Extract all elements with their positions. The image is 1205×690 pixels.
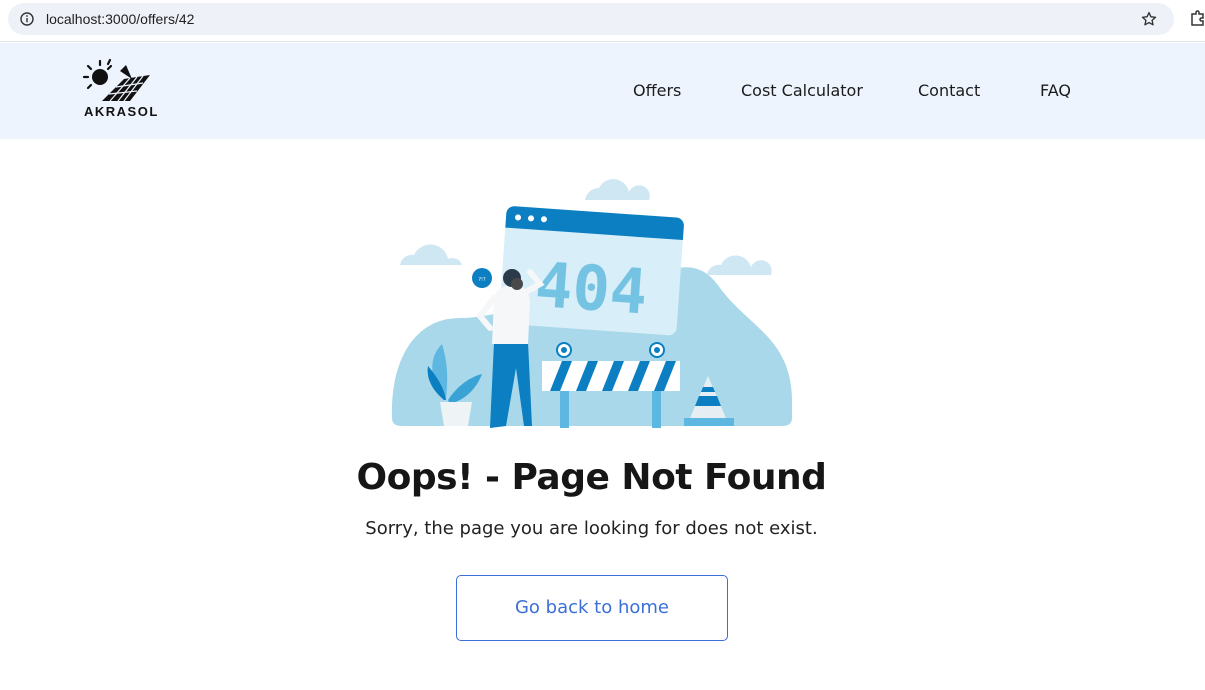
page-title: Oops! - Page Not Found <box>356 457 827 498</box>
404-error-code: 404 <box>533 248 650 329</box>
address-bar[interactable]: localhost:3000/offers/42 <box>8 3 1174 35</box>
puzzle-icon[interactable] <box>1189 9 1205 27</box>
info-circle-icon[interactable] <box>20 12 34 26</box>
go-home-button[interactable]: Go back to home <box>456 575 728 641</box>
star-icon[interactable] <box>1140 10 1158 28</box>
site-header: AKRASOL Offers Cost Calculator Contact F… <box>0 43 1205 139</box>
svg-text:?!?: ?!? <box>478 277 486 283</box>
nav-item-faq[interactable]: FAQ <box>1040 81 1071 100</box>
nav-item-offers[interactable]: Offers <box>633 81 681 100</box>
404-illustration: 404 ?!? <box>391 179 792 428</box>
logo-text[interactable]: AKRASOL <box>84 104 159 119</box>
nav-item-contact[interactable]: Contact <box>918 81 980 100</box>
page-subtitle: Sorry, the page you are looking for does… <box>365 518 818 539</box>
nav-item-cost-calculator[interactable]: Cost Calculator <box>741 81 863 100</box>
url-text[interactable]: localhost:3000/offers/42 <box>46 11 194 27</box>
browser-toolbar: localhost:3000/offers/42 <box>0 0 1205 42</box>
main-navigation: Offers Cost Calculator Contact FAQ <box>0 81 1205 103</box>
